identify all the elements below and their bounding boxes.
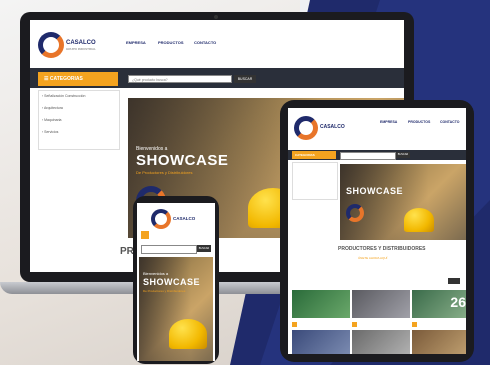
product-thumb[interactable] [352, 290, 410, 318]
orange-tag [352, 322, 357, 327]
tablet-small-button[interactable] [448, 278, 460, 284]
brand-name: CASALCO [66, 40, 96, 46]
search-input[interactable]: ¿Qué producto busca? [128, 75, 232, 83]
brand-tagline: GRUPO INDUSTRIAL [66, 47, 96, 51]
tablet-cta[interactable]: ÚNETE AHORA AQUÍ [358, 256, 387, 260]
tablet-nav-empresa[interactable]: EMPRESA [380, 120, 397, 124]
orange-tag [412, 322, 417, 327]
sidebar-item-maquinaria[interactable]: › Maquinaria [42, 118, 61, 122]
phone-hero-welcome: Bienvenidos a [143, 271, 169, 276]
sidebar-item-label: Arquitectura [43, 106, 63, 110]
phone-brand-name: CASALCO [173, 216, 196, 221]
phone-search-button[interactable]: BUSCAR [197, 245, 211, 252]
tablet-screen: CASALCO EMPRESA PRODUCTOS CONTACTO CATEG… [288, 108, 466, 354]
phone-hero-subtitle: De Productores y Distribuidores [143, 289, 186, 293]
sidebar-item-arquitectura[interactable]: › Arquitectura [42, 106, 63, 110]
phone-hero: Bienvenidos a SHOWCASE De Productores y … [139, 257, 213, 361]
sidebar-item-label: Servicios [44, 130, 59, 134]
tablet-nav-contacto[interactable]: CONTACTO [440, 120, 460, 124]
tablet-hero-overlay [340, 164, 466, 240]
phone-menu-button[interactable] [141, 231, 149, 239]
logo-mark-icon [346, 204, 364, 222]
logo-mark-icon [151, 209, 171, 229]
laptop-camera [214, 15, 218, 19]
sidebar-item-servicios[interactable]: › Servicios [42, 130, 58, 134]
helmet-image [404, 208, 434, 232]
hero-subtitle: De Productores y Distribuidores [136, 170, 193, 175]
categories-label: CATEGORIAS [49, 76, 83, 82]
phone-screen: CASALCO BUSCAR Bienvenidos a SHOWCASE De… [137, 203, 215, 361]
nav-productos[interactable]: PRODUCTOS [158, 40, 183, 45]
phone-logo[interactable]: CASALCO [151, 209, 201, 229]
product-thumb[interactable] [292, 290, 350, 318]
orange-tag [292, 322, 297, 327]
tablet-hero: SHOWCASE [340, 164, 466, 240]
tablet-hero-title: SHOWCASE [346, 186, 404, 196]
phone-hero-title: SHOWCASE [143, 277, 201, 287]
tablet-categories-header[interactable]: CATEGORIAS [292, 151, 336, 159]
brand-logo[interactable]: CASALCO GRUPO INDUSTRIAL [38, 32, 98, 62]
product-thumb[interactable] [412, 330, 466, 354]
tablet-brand-name: CASALCO [320, 124, 345, 130]
sidebar-item-label: Señalización Construcción [44, 94, 86, 98]
categories-header[interactable]: ☰ CATEGORIAS [38, 72, 118, 86]
product-thumb[interactable]: 26 [412, 290, 466, 318]
phone-search-input[interactable] [141, 245, 197, 254]
logo-mark-icon [38, 32, 64, 58]
hero-title: SHOWCASE [136, 152, 229, 169]
sidebar-item-senalizacion[interactable]: › Señalización Construcción [42, 94, 85, 98]
logo-mark-icon [294, 116, 318, 140]
tablet-search-input[interactable] [340, 152, 396, 160]
search-button[interactable]: BUSCAR [234, 75, 256, 83]
nav-contacto[interactable]: CONTACTO [194, 40, 216, 45]
thumb-number: 26 [450, 294, 466, 310]
tablet-nav-productos[interactable]: PRODUCTOS [408, 120, 430, 124]
tablet-search-button[interactable]: BUSCAR [396, 152, 410, 158]
tablet-logo[interactable]: CASALCO [294, 116, 354, 140]
nav-empresa[interactable]: EMPRESA [126, 40, 146, 45]
tablet-section-title: PRODUCTORES Y DISTRIBUIDORES [338, 246, 426, 252]
tablet-sidebar [292, 162, 338, 200]
tablet-hero-logo [346, 204, 386, 224]
sidebar-item-label: Maquinaria [44, 118, 62, 122]
product-thumb[interactable] [352, 330, 410, 354]
helmet-image [169, 319, 207, 349]
product-thumb[interactable] [292, 330, 350, 354]
